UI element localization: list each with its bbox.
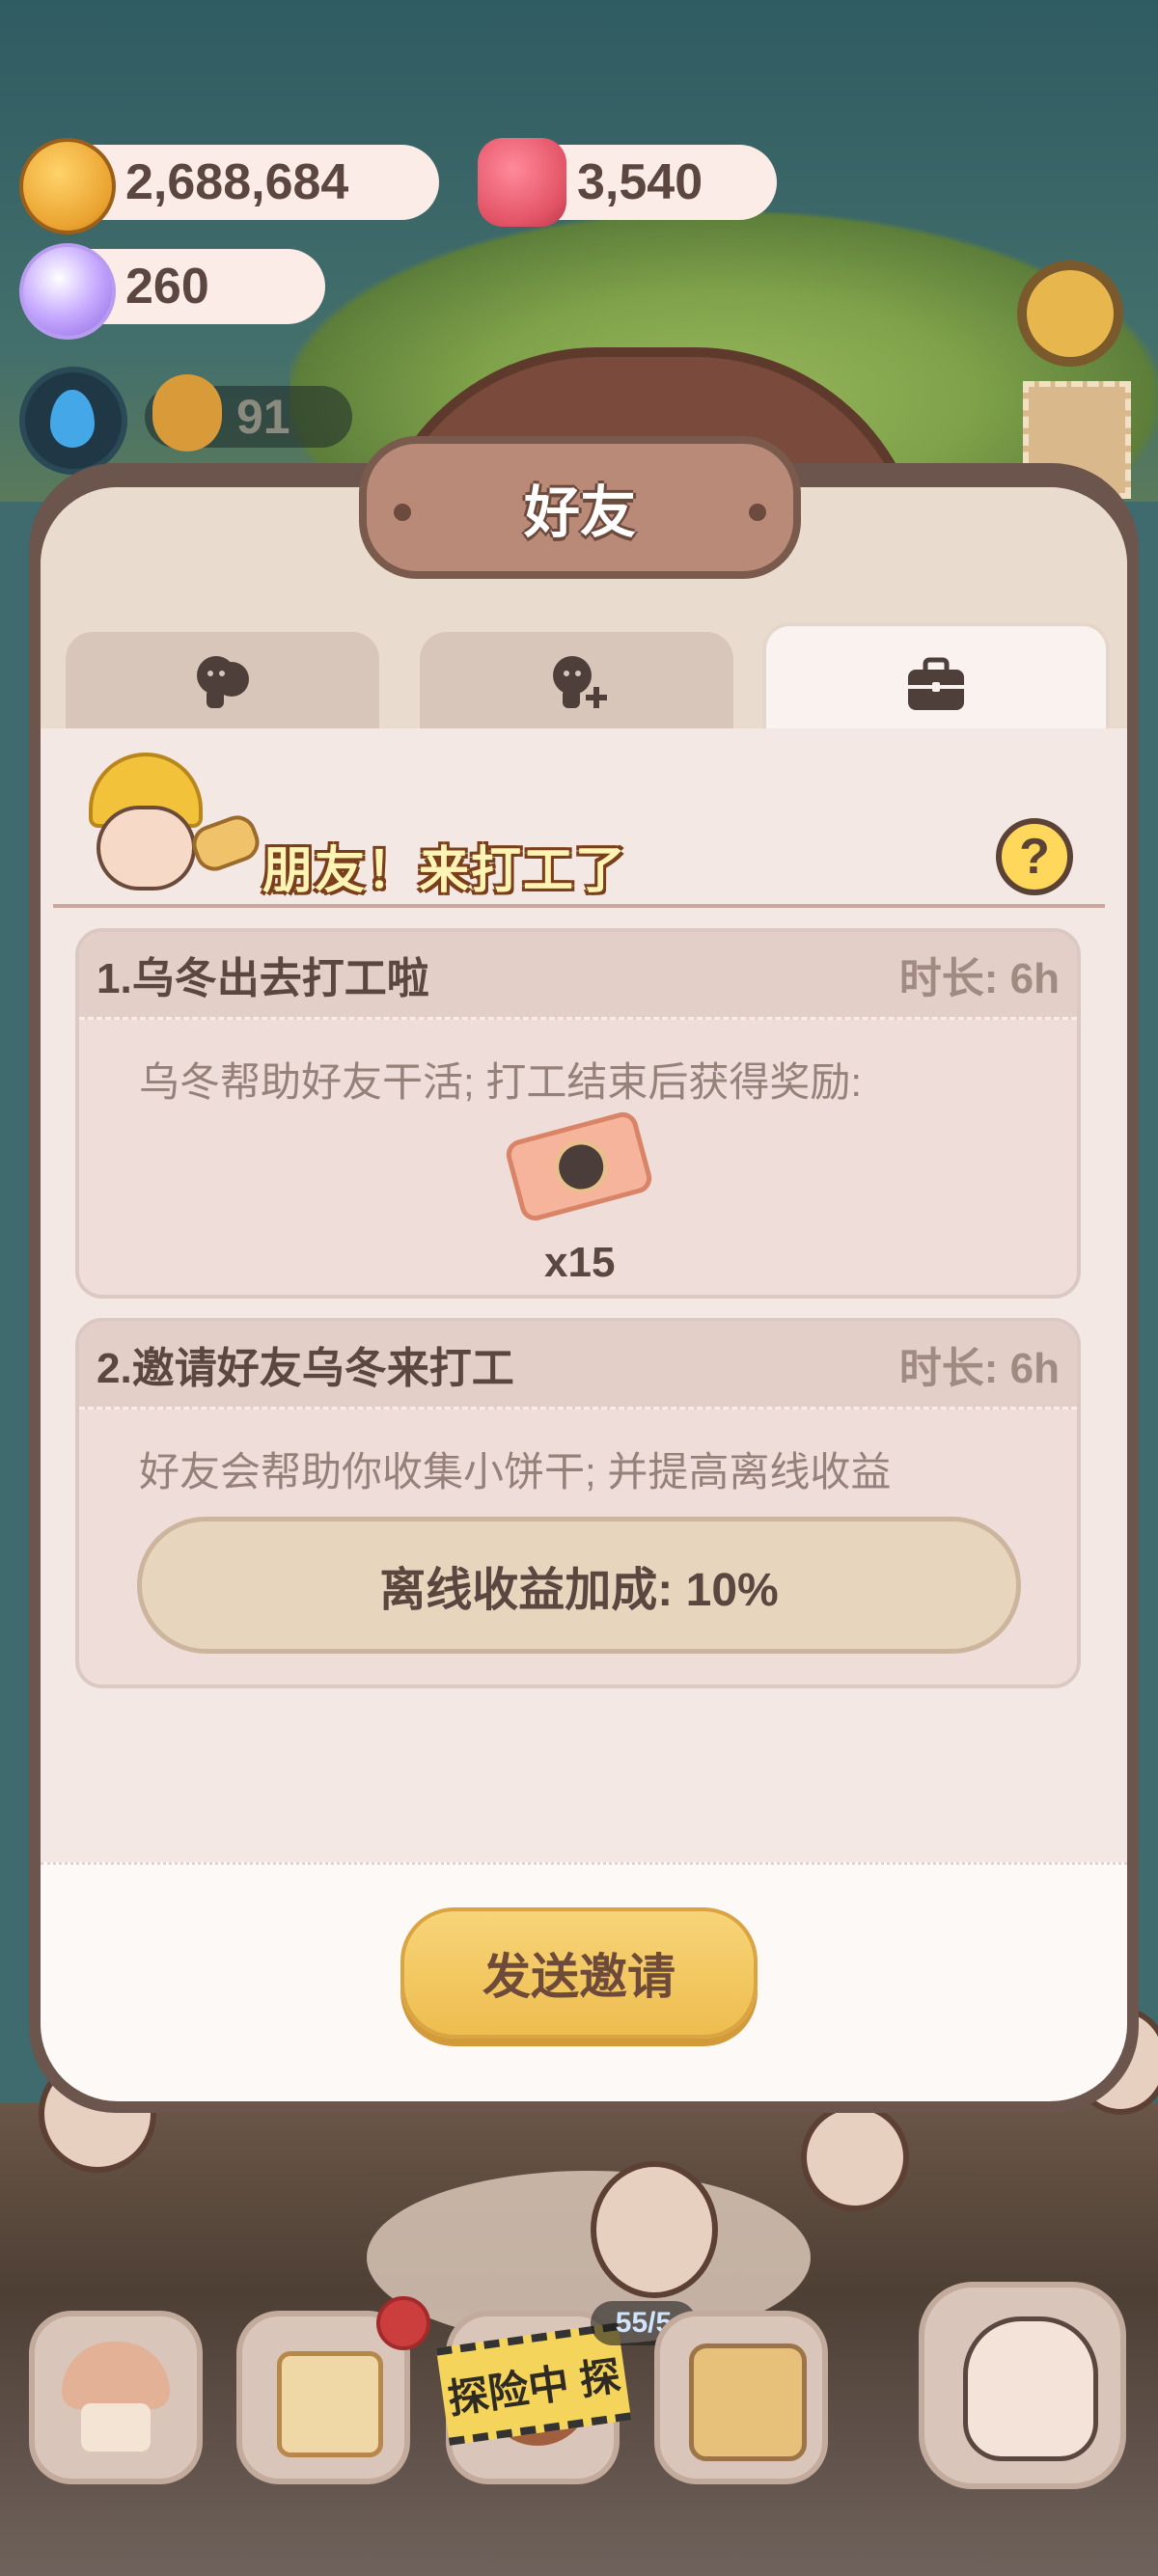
help-icon: ? (1019, 829, 1050, 885)
candle-count: 3,540 (577, 154, 703, 210)
card-duration: 时长: 6h (898, 955, 1060, 1002)
notification-badge (376, 2296, 430, 2350)
cookie-icon (19, 138, 116, 234)
mascot-alarm-icon (963, 2316, 1098, 2461)
gem-icon (19, 243, 116, 340)
tab-friends[interactable] (66, 632, 379, 728)
nav-shop-button[interactable] (654, 2311, 828, 2484)
gem-count: 260 (125, 259, 209, 315)
dialog-title-plate: 好友 (359, 436, 801, 579)
card-duration: 时长: 6h (898, 1345, 1060, 1392)
friends-icon (196, 656, 249, 708)
add-friend-icon (552, 656, 607, 708)
tab-add-friend[interactable] (420, 632, 733, 728)
shop-stall-icon (689, 2343, 807, 2461)
nav-mascot-button[interactable] (919, 2282, 1126, 2489)
settings-gear-icon[interactable] (1017, 260, 1123, 367)
player-character[interactable] (591, 2161, 718, 2298)
card-description: 好友会帮助你收集小饼干; 并提高离线收益 (139, 1449, 892, 1494)
water-drop-icon[interactable] (19, 367, 127, 475)
briefcase-icon (908, 657, 964, 710)
card-title: 2.邀请好友乌冬来打工 (96, 1345, 514, 1392)
notebook-icon (277, 2351, 383, 2457)
candle-icon (478, 138, 566, 227)
section-divider (53, 904, 1105, 908)
banner-title: 朋友！来打工了 (262, 843, 628, 899)
ticket-icon (503, 1109, 655, 1224)
send-invite-label: 发送邀请 (482, 1950, 676, 2004)
npc-character-right[interactable] (801, 2103, 909, 2211)
send-invite-button[interactable]: 发送邀请 (400, 1907, 758, 2039)
mushroom-house-icon (62, 2342, 170, 2409)
help-button[interactable]: ? (996, 818, 1073, 895)
offline-bonus-label: 离线收益加成: 10% (379, 1565, 779, 1616)
card-title: 1.乌冬出去打工啦 (96, 955, 429, 1002)
cookie-count: 2,688,684 (125, 154, 349, 210)
worker-character-illustration (68, 753, 265, 897)
worker-count: 91 (236, 390, 290, 444)
card-description: 乌冬帮助好友干活; 打工结束后获得奖励: (139, 1059, 863, 1105)
offline-bonus-bar: 离线收益加成: 10% (137, 1517, 1021, 1654)
tab-work[interactable] (762, 622, 1110, 742)
dialog-title: 好友 (523, 481, 636, 544)
gingerbread-icon (152, 374, 222, 452)
reward-quantity: x15 (544, 1239, 616, 1286)
work-card-outgoing: 1.乌冬出去打工啦 时长: 6h 乌冬帮助好友干活; 打工结束后获得奖励: x1… (75, 928, 1081, 1299)
nav-mushroom-house-button[interactable] (29, 2311, 203, 2484)
